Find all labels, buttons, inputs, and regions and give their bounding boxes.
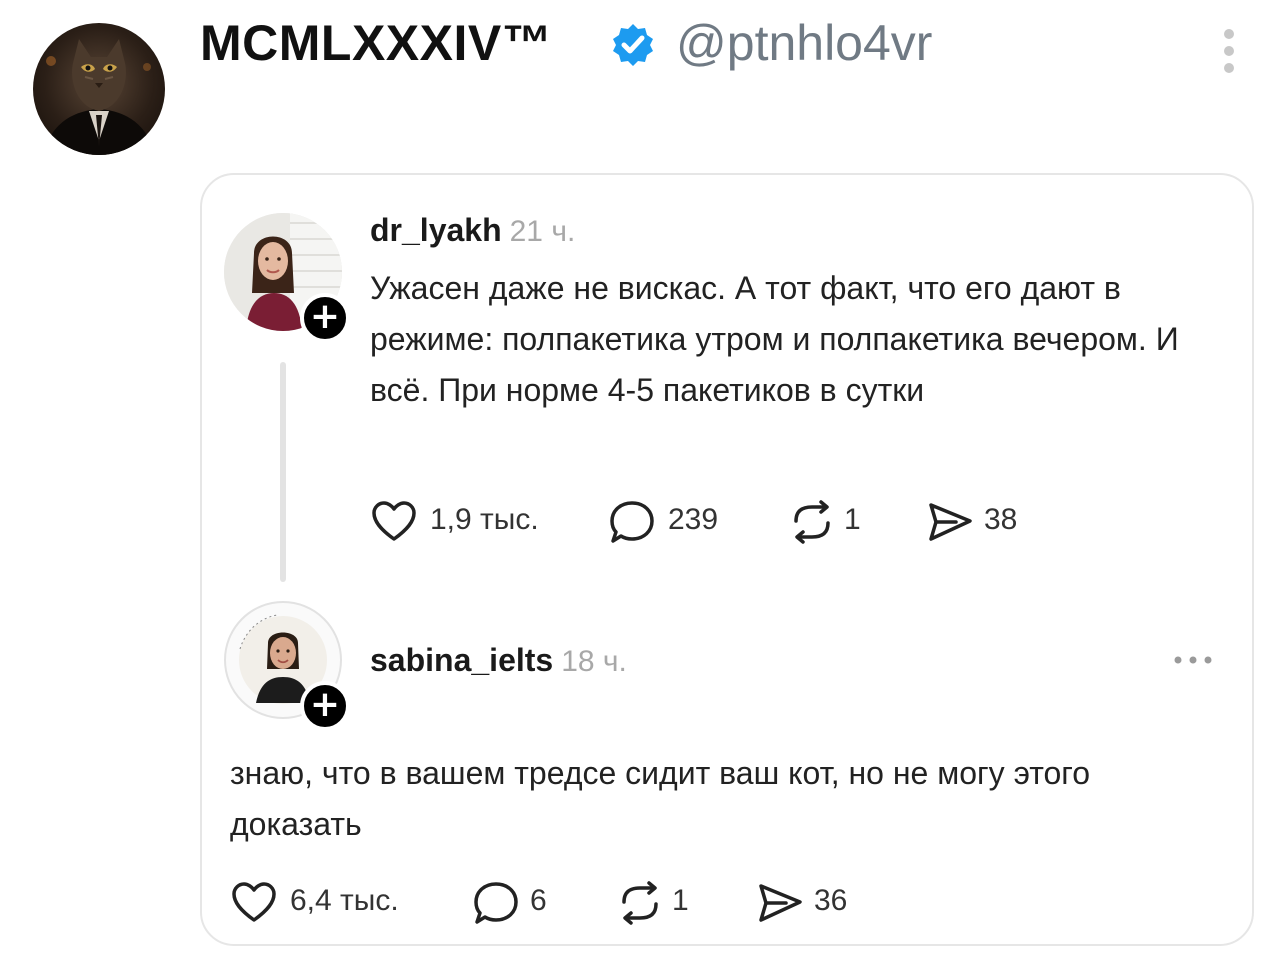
reply-count: 239 bbox=[668, 503, 719, 536]
author-handle[interactable]: @ptnhlo4vr bbox=[676, 14, 932, 72]
thread-connector-line bbox=[280, 362, 286, 582]
comment-text: Ужасен даже не вискас. А тот факт, что е… bbox=[370, 270, 1179, 408]
reply-count: 6 bbox=[530, 884, 547, 917]
repost-icon bbox=[794, 500, 830, 544]
comment-header: dr_lyakh 21 ч. bbox=[370, 212, 575, 249]
repost-count: 1 bbox=[844, 503, 861, 536]
heart-icon bbox=[372, 501, 416, 541]
like-count: 1,9 тыс. bbox=[430, 503, 539, 536]
send-icon bbox=[759, 884, 802, 922]
comment-timestamp: 21 ч. bbox=[509, 215, 576, 248]
commenter-username[interactable]: dr_lyakh bbox=[370, 212, 502, 248]
commenter-username[interactable]: sabina_ielts bbox=[370, 642, 553, 678]
follow-plus-button[interactable]: + bbox=[300, 293, 350, 343]
repost-count: 1 bbox=[672, 884, 689, 917]
comment-text: знаю, что в вашем тредсе сидит ваш кот, … bbox=[230, 755, 1091, 842]
share-count: 36 bbox=[814, 884, 848, 917]
comment-timestamp: 18 ч. bbox=[561, 645, 627, 678]
reply-bubble-icon bbox=[610, 501, 654, 543]
reply-bubble-icon bbox=[474, 882, 518, 924]
repost-icon bbox=[622, 881, 658, 925]
more-vertical-icon[interactable] bbox=[1214, 26, 1244, 76]
send-icon bbox=[929, 503, 972, 541]
heart-icon bbox=[232, 882, 276, 922]
comment-header: sabina_ielts 18 ч. bbox=[370, 642, 627, 679]
like-count: 6,4 тыс. bbox=[290, 884, 399, 917]
author-name[interactable]: MCMLXXXIV™ bbox=[200, 14, 552, 72]
verified-badge-icon bbox=[613, 24, 653, 66]
author-avatar[interactable] bbox=[33, 23, 165, 155]
more-horizontal-icon[interactable] bbox=[1170, 650, 1216, 670]
follow-plus-button[interactable]: + bbox=[300, 681, 350, 731]
share-count: 38 bbox=[984, 503, 1018, 536]
